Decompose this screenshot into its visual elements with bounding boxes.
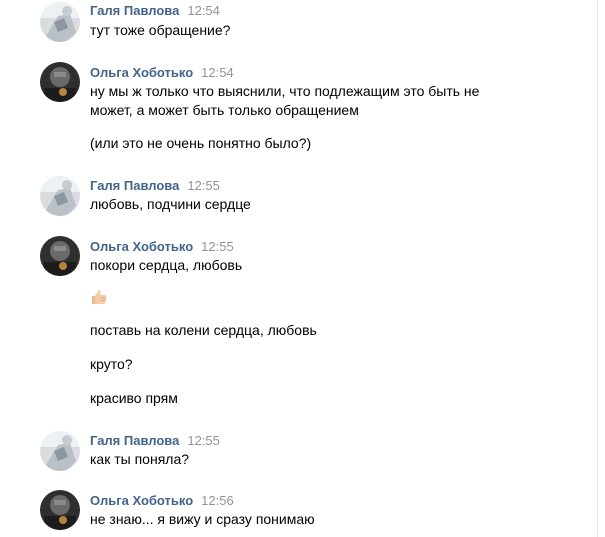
message-text: любовь, подчини сердце — [90, 196, 251, 212]
message-text: поставь на колени сердца, любовь — [90, 322, 317, 338]
message-author[interactable]: Галя Павлова 12:55 — [90, 433, 220, 448]
message-text: не знаю... я вижу и сразу понимаю — [90, 511, 315, 527]
message-text: может, а может быть только обращением — [90, 102, 359, 118]
message-text: покори сердца, любовь — [90, 257, 243, 273]
chat-history: Галя Павлова 12:54 тут тоже обращение? Ол… — [0, 0, 597, 537]
thumbs-up-icon — [90, 288, 108, 306]
message-author[interactable]: Ольга Хоботько 12:55 — [90, 239, 234, 254]
window-edge — [597, 0, 605, 537]
message-author[interactable]: Галя Павлова 12:55 — [90, 178, 220, 193]
avatar-galya[interactable] — [40, 176, 80, 216]
author-name[interactable]: Галя Павлова — [90, 178, 179, 193]
author-name[interactable]: Ольга Хоботько — [90, 65, 193, 80]
avatar-galya[interactable] — [40, 2, 80, 42]
message-text: круто? — [90, 356, 133, 372]
message-time[interactable]: 12:56 — [201, 493, 234, 508]
message-time[interactable]: 12:55 — [187, 178, 220, 193]
author-name[interactable]: Галя Павлова — [90, 3, 179, 18]
message-text: как ты поняла? — [90, 451, 190, 467]
message-time[interactable]: 12:54 — [187, 3, 220, 18]
author-name[interactable]: Ольга Хоботько — [90, 239, 193, 254]
avatar-olga[interactable] — [40, 62, 80, 102]
author-name[interactable]: Ольга Хоботько — [90, 493, 193, 508]
avatar-olga[interactable] — [40, 490, 80, 530]
author-name[interactable]: Галя Павлова — [90, 433, 179, 448]
message-time[interactable]: 12:54 — [201, 65, 234, 80]
message-text: ну мы ж только что выяснили, что подлежа… — [90, 83, 480, 99]
message-author[interactable]: Галя Павлова 12:54 — [90, 3, 220, 18]
message-text: (или это не очень понятно было?) — [90, 135, 312, 151]
message-text: тут тоже обращение? — [90, 22, 231, 38]
message-time[interactable]: 12:55 — [201, 239, 234, 254]
message-author[interactable]: Ольга Хоботько 12:54 — [90, 65, 234, 80]
message-time[interactable]: 12:55 — [187, 433, 220, 448]
message-author[interactable]: Ольга Хоботько 12:56 — [90, 493, 234, 508]
avatar-olga[interactable] — [40, 236, 80, 276]
message-text: красиво прям — [90, 390, 178, 406]
avatar-galya[interactable] — [40, 431, 80, 471]
